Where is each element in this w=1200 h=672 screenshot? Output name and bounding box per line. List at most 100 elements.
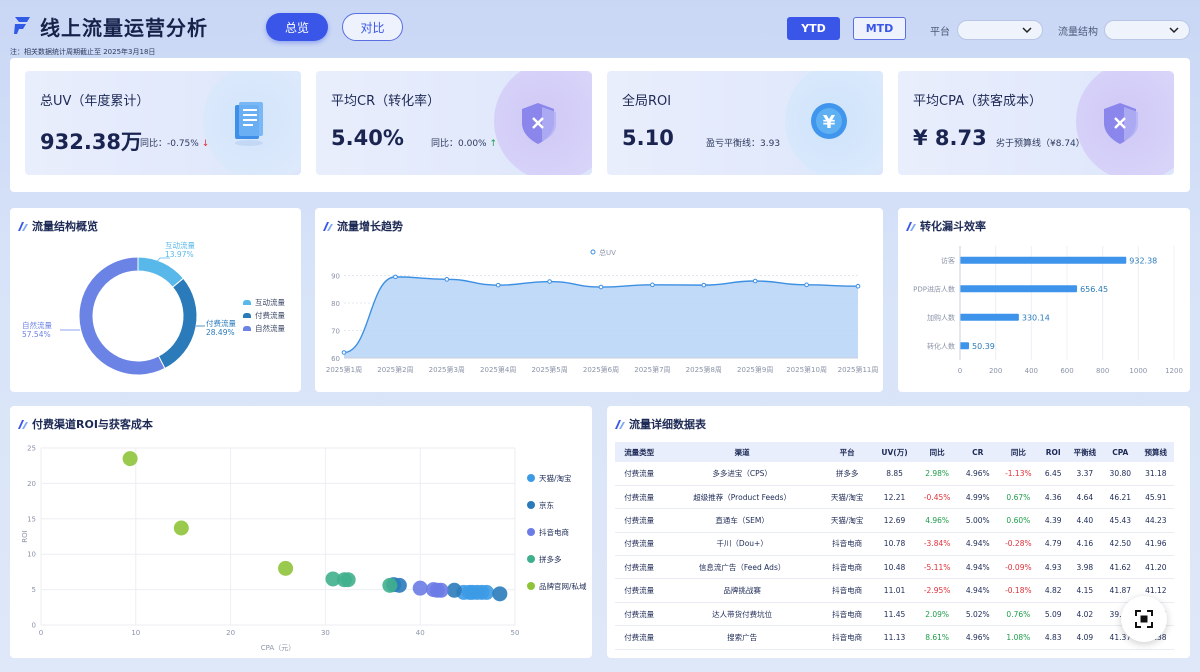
donut-legend: 互动流量 付费流量 自然流量 [243,296,285,335]
platform-select[interactable] [957,20,1043,40]
x-tick-label: 2025第1周 [326,365,362,374]
table-row[interactable]: 付费流量 多多进宝（CPS） 拼多多 8.85 2.98% 4.96% -1.13% 6.45… [615,462,1174,486]
table-cell: 46.21 [1102,485,1138,510]
table-cell: 抖音电商 [820,602,874,627]
data-point [547,279,552,284]
traffic-structure-panel: 流量结构概览 互动流量 13.97% 付费流量 28.49% 自然流量 57.54% 互动… [10,208,301,392]
y-tick-label: 60 [331,355,340,363]
column-header: 平衡线 [1066,442,1103,462]
legend-item-interactive: 互动流量 [255,298,285,307]
column-header: ROI [1039,442,1067,462]
traffic-detail-table-panel: 流量详细数据表 流量类型 渠道 平台 UV(万) 同比 CR 同比 ROI 平衡线 CPA 预算线 … [607,406,1190,658]
page-title: 线上流量运营分析 [40,16,208,40]
y-tick-label: 25 [27,445,36,453]
panel-title: 流量详细数据表 [629,418,706,431]
legend-marker [527,528,535,536]
table-cell: 4.79 [1039,532,1067,557]
table-cell: 付费流量 [615,462,664,486]
table-cell: 41.96 [1137,532,1174,557]
data-cutoff-note: 注：相关数据统计周期截止至 2025年3月18日 [10,48,156,56]
category-label: PDP进店人数 [913,284,955,293]
table-cell: 拼多多 [820,462,874,486]
legend-marker [590,249,596,255]
donut-label-name: 互动流量 [165,240,195,250]
data-point [752,278,758,284]
table-cell: 4.96% [915,508,959,533]
x-tick-label: 1000 [1129,367,1147,375]
legend-item-paid: 付费流量 [255,311,285,320]
table-row[interactable]: 付费流量 超级推荐（Product Feeds） 天猫/淘宝 12.21 -0.45% 4… [615,485,1174,510]
column-header: 预算线 [1137,442,1174,462]
tab-compare[interactable]: 对比 [342,13,403,41]
funnel-bar-chart: 0 200 400 600 800 1000 1200 访客 932.38 PDP进店人数 656.… [913,246,1183,375]
table-cell: -0.18% [996,578,1040,603]
y-tick-label: 80 [331,300,340,308]
traffic-trend-panel: 流量增长趋势 60 70 80 90 2025第1周 2025第2周 2025第3周 2025… [315,208,883,392]
table-cell: 4.93 [1039,555,1067,580]
y-tick-label: 70 [331,328,340,336]
kpi-row: 总UV（年度累计） 932.38万 同比：-0.75% ↓ 平均CR（转化率） … [10,58,1190,192]
x-tick-label: 0 [958,367,962,375]
x-tick-label: 2025第10周 [786,365,827,374]
table-cell: 41.20 [1137,555,1174,580]
column-header: CR [958,442,997,462]
x-tick-label: 2025第11周 [838,365,879,374]
top-bar: 线上流量运营分析 注：相关数据统计周期截止至 2025年3月18日 总览 对比 … [0,0,1200,58]
traffic-structure-select[interactable] [1104,20,1190,40]
scatter-chart: 0 10 20 30 40 50 0 5 10 15 20 25 CPA（元） ROI 天猫/淘宝京东抖音电… [21,445,587,653]
scatter-point [492,586,508,602]
tab-overview[interactable]: 总览 [266,13,328,41]
column-header: 平台 [820,442,874,462]
screenshot-fab-button[interactable] [1121,596,1167,642]
table-cell: 11.13 [873,625,916,650]
table-row[interactable]: 付费流量 达人带货付费坑位 抖音电商 11.45 2.09% 5.02% 0.76% 5.09… [615,602,1174,627]
x-tick-label: 2025第8周 [686,365,722,374]
table-cell: 付费流量 [615,532,664,557]
mtd-button[interactable]: MTD [853,17,906,40]
panel-title-icon [615,419,625,429]
x-tick-label: 600 [1060,367,1073,375]
legend-item: 品牌官网/私域 [539,581,587,591]
table-cell: -1.13% [996,462,1040,486]
funnel-bar [960,342,969,350]
table-cell: 11.45 [873,602,916,627]
table-cell: 45.91 [1137,485,1174,510]
table-cell: 搜索广告 [663,625,821,650]
x-tick-label: 30 [321,629,330,637]
x-tick-label: 2025第9周 [737,365,773,374]
table-cell: 4.94% [958,578,997,603]
table-cell: 付费流量 [615,602,664,627]
chevron-down-icon [1169,27,1179,34]
table-cell: 4.96% [958,625,997,650]
column-header: 流量类型 [615,442,664,462]
yen-coin-icon: ¥ [811,103,847,139]
donut-label-value: 57.54% [22,330,51,339]
category-label: 访客 [941,256,955,265]
kpi-value: 932.38万 [40,130,143,154]
table-row[interactable]: 付费流量 千川（Dou+） 抖音电商 10.78 -3.84% 4.94% -0.28% 4.… [615,532,1174,557]
table-row[interactable]: 付费流量 搜索广告 抖音电商 11.13 8.61% 4.96% 1.08% 4.83 4.09… [615,625,1174,650]
ytd-button[interactable]: YTD [787,17,840,40]
funnel-bar [960,313,1019,321]
table-cell: 44.23 [1137,508,1174,533]
scatter-point [412,580,428,596]
table-cell: 0.60% [996,508,1040,533]
table-cell: 付费流量 [615,555,664,580]
table-cell: 4.83 [1039,625,1067,650]
kpi-value: ¥ 8.73 [913,126,987,150]
table-row[interactable]: 付费流量 信息流广告（Feed Ads） 抖音电商 10.48 -5.11% 4.94% -… [615,555,1174,580]
table-cell: 2.09% [915,602,959,627]
table-cell: 1.08% [996,625,1040,650]
table-row[interactable]: 付费流量 直通车（SEM） 天猫/淘宝 12.69 4.96% 5.00% 0.60% 4.3… [615,508,1174,533]
document-icon [235,102,263,146]
table-cell: 4.39 [1039,508,1067,533]
table-cell: 3.37 [1066,462,1103,486]
table-cell: 5.00% [958,508,997,533]
column-header: CPA [1102,442,1138,462]
table-cell: 天猫/淘宝 [820,508,874,533]
table-row[interactable]: 付费流量 品牌挑战赛 抖音电商 11.01 -2.95% 4.94% -0.18% 4.82 4… [615,578,1174,603]
kpi-card-total-uv: 总UV（年度累计） 932.38万 同比：-0.75% ↓ [25,71,301,175]
data-point [650,282,655,288]
bar-value-label: 50.39 [972,342,995,351]
shield-icon [522,103,556,144]
